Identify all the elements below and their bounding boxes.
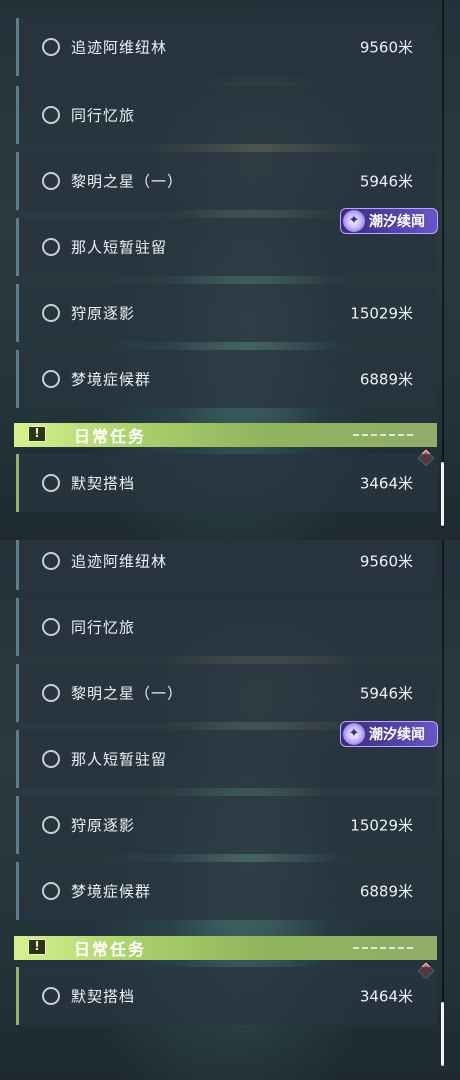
quest-distance: 15029米 [350,304,413,323]
quest-name: 默契搭档 [71,987,136,1006]
quest-panel-bottom: 追迹阿维纽林 9560米 同行忆旅 黎明之星（一） 5946米 那人短暂驻留 ✦… [0,540,460,1080]
scrollbar-track[interactable] [442,540,444,1066]
scrollbar-thumb[interactable] [441,1002,444,1066]
quest-distance: 6889米 [359,370,413,389]
quest-distance: 15029米 [350,816,413,835]
tide-story-badge[interactable]: ✦ 潮汐续闻 [340,721,438,747]
quest-item[interactable]: 同行忆旅 [16,86,437,144]
quest-status-circle-icon [42,882,60,900]
quest-distance: 3464米 [359,474,413,493]
quest-name: 梦境症候群 [71,882,152,901]
quest-distance: 3464米 [359,987,413,1006]
quest-name: 梦境症候群 [71,370,152,389]
quest-item[interactable]: 追迹阿维纽林 9560米 [16,540,437,590]
quest-distance: 5946米 [359,172,413,191]
header-decoration [353,434,413,436]
tide-story-label: 潮汐续闻 [369,214,425,230]
daily-quests-header[interactable]: ! 日常任务 [14,423,437,447]
quest-distance: 9560米 [359,552,413,571]
tide-story-label: 潮汐续闻 [369,727,425,743]
quest-name: 同行忆旅 [71,618,136,637]
quest-status-circle-icon [42,618,60,636]
quest-panel-top: 追迹阿维纽林 9560米 同行忆旅 黎明之星（一） 5946米 那人短暂驻留 ✦… [0,0,460,540]
quest-item[interactable]: 黎明之星（一） 5946米 [16,664,437,722]
quest-name: 默契搭档 [71,474,136,493]
quest-status-circle-icon [42,552,60,570]
quest-status-circle-icon [42,684,60,702]
quest-item[interactable]: 狩原逐影 15029米 [16,796,437,854]
daily-quests-header[interactable]: ! 日常任务 [14,936,437,960]
quest-distance: 6889米 [359,882,413,901]
tide-story-badge[interactable]: ✦ 潮汐续闻 [340,208,438,234]
quest-name: 追迹阿维纽林 [71,38,168,57]
quest-item[interactable]: 黎明之星（一） 5946米 [16,152,437,210]
daily-quest-item[interactable]: 默契搭档 3464米 [16,967,437,1025]
quest-item[interactable]: 狩原逐影 15029米 [16,284,437,342]
quest-name: 同行忆旅 [71,106,136,125]
tide-story-icon: ✦ [343,723,365,745]
quest-status-circle-icon [42,106,60,124]
quest-status-circle-icon [42,750,60,768]
tide-story-icon: ✦ [343,210,365,232]
quest-status-circle-icon [42,987,60,1005]
quest-name: 黎明之星（一） [71,172,184,191]
quest-name: 狩原逐影 [71,304,136,323]
quest-status-circle-icon [42,816,60,834]
quest-status-circle-icon [42,238,60,256]
quest-item[interactable]: 同行忆旅 [16,598,437,656]
quest-item[interactable]: 梦境症候群 6889米 [16,862,437,920]
scrollbar-track[interactable] [442,0,444,528]
quest-status-circle-icon [42,172,60,190]
quest-name: 黎明之星（一） [71,684,184,703]
quest-status-circle-icon [42,474,60,492]
quest-distance: 9560米 [359,38,413,57]
quest-name: 那人短暂驻留 [71,238,168,257]
quest-status-circle-icon [42,38,60,56]
quest-name: 追迹阿维纽林 [71,552,168,571]
quest-item[interactable]: 梦境症候群 6889米 [16,350,437,408]
quest-distance: 5946米 [359,684,413,703]
quest-status-circle-icon [42,304,60,322]
quest-item[interactable]: 追迹阿维纽林 9560米 [16,18,437,76]
header-decoration [353,947,413,949]
quest-name: 狩原逐影 [71,816,136,835]
daily-quests-title: 日常任务 [74,940,147,959]
daily-quests-title: 日常任务 [74,427,147,446]
scrollbar-thumb[interactable] [441,462,444,526]
quest-name: 那人短暂驻留 [71,750,168,769]
exclamation-box-icon: ! [28,426,46,442]
quest-status-circle-icon [42,370,60,388]
daily-quest-item[interactable]: 默契搭档 3464米 [16,454,437,512]
exclamation-box-icon: ! [28,939,46,955]
